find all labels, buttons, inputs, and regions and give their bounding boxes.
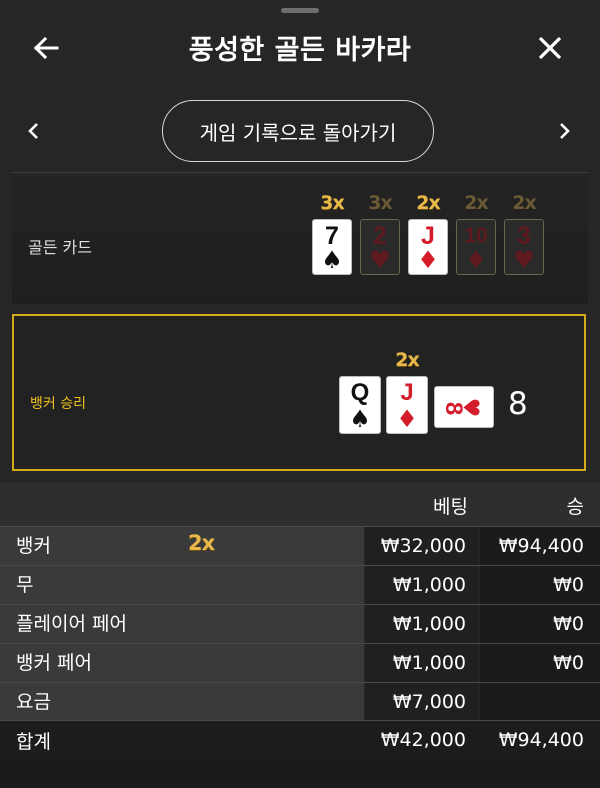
bet-label: 플레이어 페어 <box>0 605 364 643</box>
win-amount <box>480 683 600 721</box>
round-result-panel: 뱅커 승리 <box>12 314 586 471</box>
win-amount: ₩0 <box>480 566 600 604</box>
win-amount: ₩94,400 <box>480 527 600 565</box>
golden-card-multiplier: 2x <box>464 192 488 214</box>
bet-multiplier: 2x <box>188 531 215 555</box>
golden-card-multiplier: 2x <box>512 192 536 214</box>
golden-card: 10 ♦ <box>456 219 496 275</box>
bet-label: 뱅커 페어 <box>0 644 364 682</box>
total-bet: ₩42,000 <box>380 729 466 751</box>
page-title: 풍성한 골든 바카라 <box>188 35 412 66</box>
game-detail-sheet: 풍성한 골든 바카라 게임 기록으로 돌아가기 골든 카드 3x 7 ♠ 3x … <box>0 0 600 788</box>
bottom-spacer <box>0 760 600 788</box>
result-card: J ♦ <box>386 376 428 434</box>
sheet-grabber[interactable] <box>281 8 319 13</box>
golden-card: J ♦ <box>408 219 448 275</box>
table-row: 뱅커 페어 ₩1,000 ₩0 <box>0 643 600 682</box>
total-win: ₩94,400 <box>498 729 584 751</box>
banker-score: 8 <box>508 386 528 422</box>
column-header-win: 승 <box>566 496 584 518</box>
diamond-icon: ♦ <box>417 246 439 274</box>
history-nav: 게임 기록으로 돌아가기 <box>0 96 600 166</box>
heart-icon: ♥ <box>457 397 483 417</box>
heart-icon: ♥ <box>369 246 391 274</box>
heart-icon: ♥ <box>513 246 535 274</box>
arrow-left-icon <box>33 36 59 60</box>
close-button[interactable] <box>526 24 574 72</box>
close-icon <box>538 36 562 60</box>
total-row: 합계 ₩42,000 ₩94,400 <box>0 720 600 760</box>
win-amount: ₩0 <box>480 644 600 682</box>
table-row: 요금 ₩7,000 <box>0 682 600 721</box>
total-label: 합계 <box>16 731 51 753</box>
result-card: Q ♠ <box>339 376 381 434</box>
card-rank: J <box>400 379 414 406</box>
bet-label: 뱅커 <box>0 527 364 565</box>
bet-amount: ₩1,000 <box>365 644 479 682</box>
golden-card-multiplier: 3x <box>368 192 392 214</box>
golden-card-multiplier: 2x <box>416 192 440 214</box>
bet-amount: ₩7,000 <box>365 683 479 721</box>
bet-amount: ₩32,000 <box>365 527 479 565</box>
next-round-button[interactable] <box>544 111 584 151</box>
column-header-bet: 베팅 <box>433 496 468 518</box>
table-row: 뱅커 2x ₩32,000 ₩94,400 <box>0 526 600 565</box>
golden-cards-label: 골든 카드 <box>28 238 92 257</box>
card-rank: Q <box>350 379 370 406</box>
divider <box>12 172 588 173</box>
win-amount: ₩0 <box>480 605 600 643</box>
spade-icon: ♠ <box>321 246 343 274</box>
bet-amount: ₩1,000 <box>365 566 479 604</box>
result-card-multiplier: 2x <box>395 349 419 371</box>
diamond-icon: ♦ <box>396 405 418 433</box>
result-label: 뱅커 승리 <box>30 396 86 412</box>
table-row: 플레이어 페어 ₩1,000 ₩0 <box>0 604 600 643</box>
bet-amount: ₩1,000 <box>365 605 479 643</box>
bet-label: 요금 <box>0 683 364 721</box>
golden-card: 3 ♥ <box>504 219 544 275</box>
golden-cards-panel: 골든 카드 <box>12 176 588 304</box>
golden-card-multiplier: 3x <box>320 192 344 214</box>
result-card-sideways: 8 ♥ <box>434 386 494 428</box>
header: 풍성한 골든 바카라 <box>0 18 600 78</box>
diamond-icon: ♦ <box>465 246 487 274</box>
prev-round-button[interactable] <box>14 111 54 151</box>
spade-icon: ♠ <box>349 405 371 433</box>
chevron-left-icon <box>28 123 38 139</box>
table-row: 무 ₩1,000 ₩0 <box>0 565 600 604</box>
table-header: 베팅 승 <box>0 482 600 526</box>
golden-card: 2 ♥ <box>360 219 400 275</box>
chevron-right-icon <box>560 123 570 139</box>
back-to-history-button[interactable]: 게임 기록으로 돌아가기 <box>162 100 434 162</box>
golden-card: 7 ♠ <box>312 219 352 275</box>
bet-label: 무 <box>0 566 364 604</box>
back-button[interactable] <box>22 24 70 72</box>
